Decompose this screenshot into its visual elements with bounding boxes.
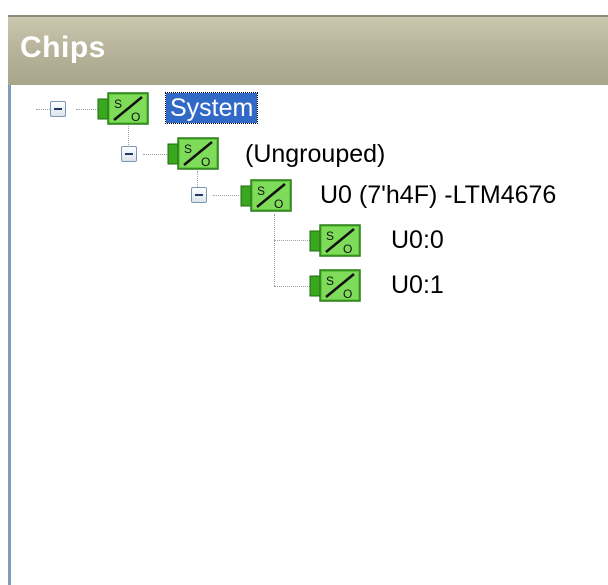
tree-connector (274, 214, 275, 286)
svg-text:S: S (184, 142, 192, 156)
tree-node-device[interactable]: U0 (7'h4F) -LTM4676 (320, 180, 556, 210)
svg-text:O: O (201, 155, 210, 169)
collapse-minus-icon[interactable] (50, 101, 66, 117)
power-module-so-icon: S O (309, 224, 361, 257)
tree-node-ungrouped[interactable]: (Ungrouped) (245, 139, 385, 169)
svg-text:O: O (343, 242, 352, 256)
tree-connector (36, 109, 50, 110)
tree-node-system[interactable]: System (164, 92, 259, 124)
power-module-so-icon: S O (167, 137, 219, 170)
svg-text:O: O (343, 287, 352, 301)
svg-text:S: S (326, 229, 334, 243)
tree-node-channel-0[interactable]: U0:0 (391, 225, 444, 255)
tree-connector (213, 195, 239, 196)
svg-text:O: O (274, 197, 283, 211)
collapse-minus-icon[interactable] (191, 187, 207, 203)
tree-connector (274, 286, 314, 287)
panel-title-bar: Chips (8, 15, 608, 85)
tree-connector (128, 123, 129, 147)
svg-text:O: O (131, 110, 140, 124)
panel-title: Chips (20, 31, 106, 64)
collapse-minus-icon[interactable] (121, 146, 137, 162)
svg-text:S: S (326, 274, 334, 288)
tree-connector (143, 154, 167, 155)
chip-tree[interactable]: S O System S O (Ungrouped) S O U0 (7'h4F… (8, 85, 608, 585)
tree-connector (274, 240, 314, 241)
power-module-so-icon: S O (309, 269, 361, 302)
power-module-so-icon: S O (240, 179, 292, 212)
svg-text:S: S (114, 97, 122, 111)
tree-node-channel-1[interactable]: U0:1 (391, 270, 444, 300)
top-strip (0, 0, 608, 15)
power-module-so-icon: S O (97, 92, 149, 125)
svg-text:S: S (257, 184, 265, 198)
